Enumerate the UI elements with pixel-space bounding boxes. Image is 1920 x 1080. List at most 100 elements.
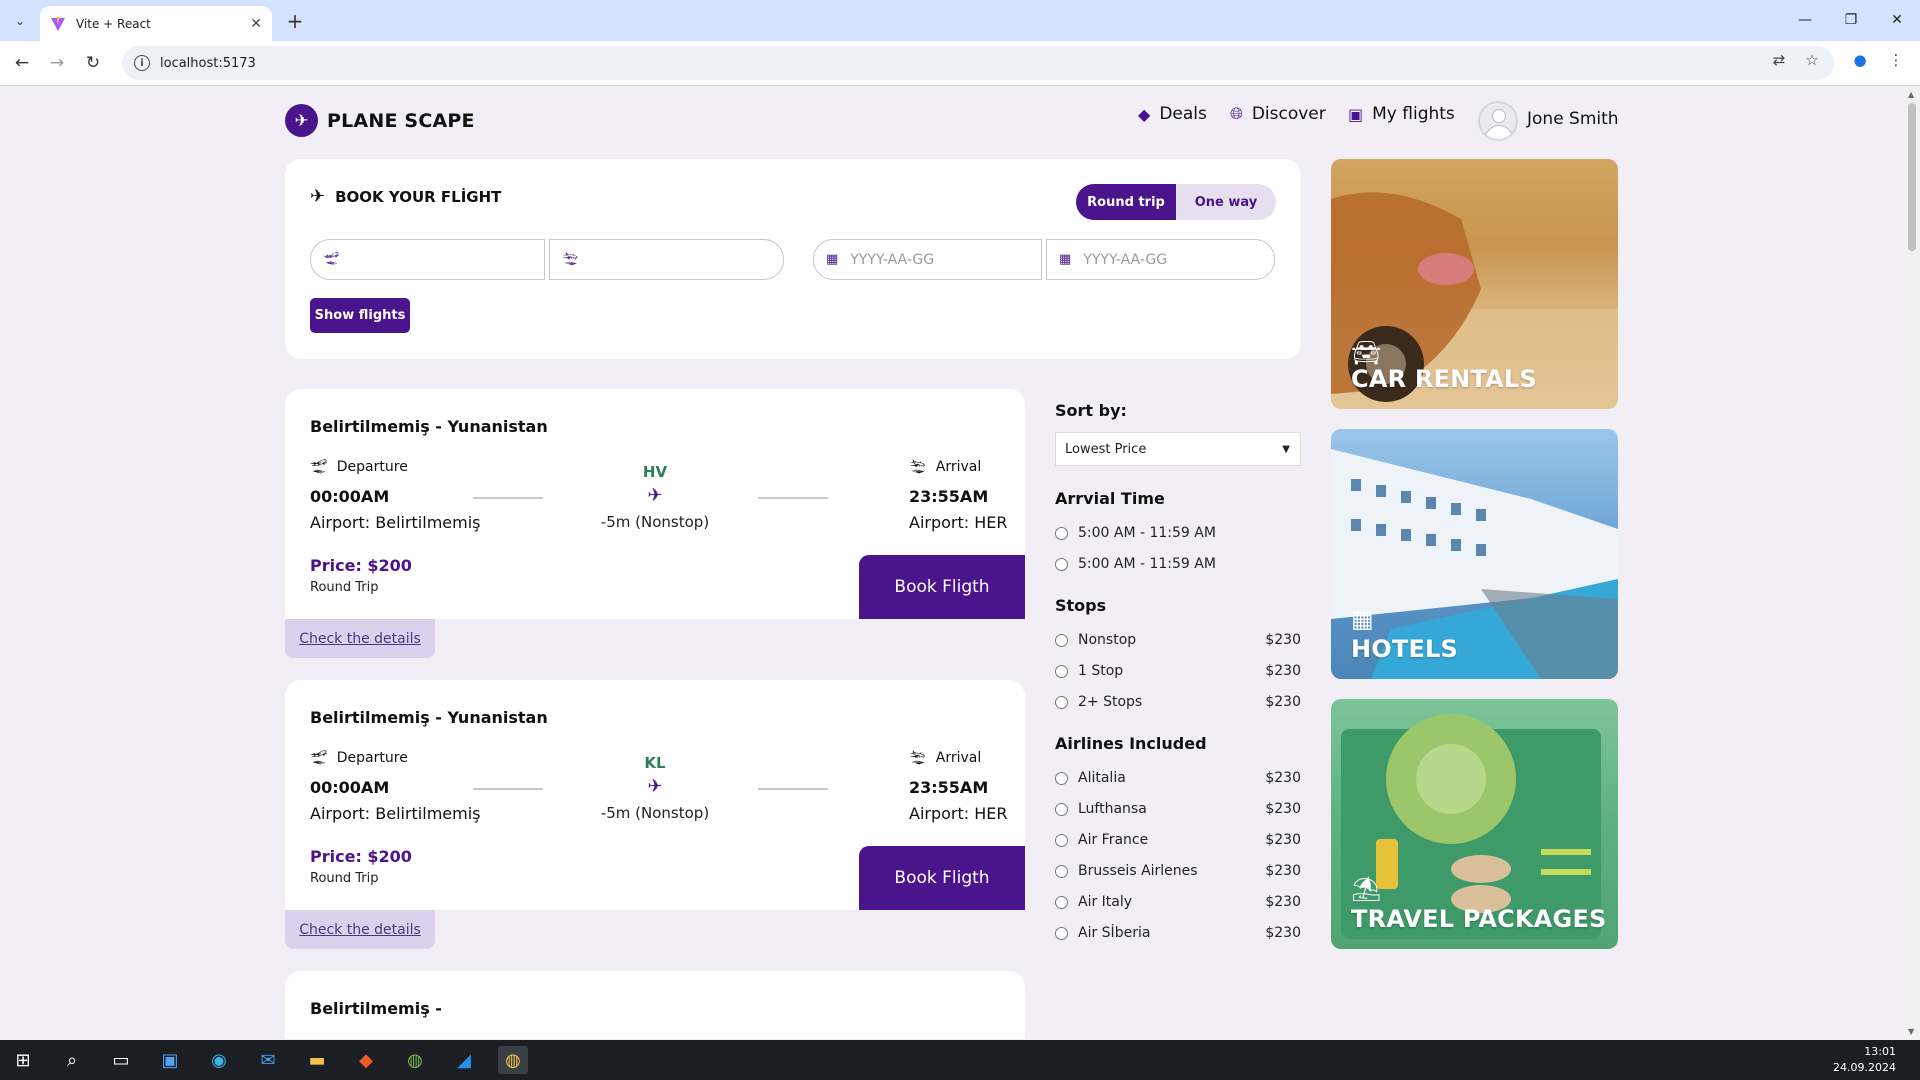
stops-option[interactable]: Nonstop $230: [1055, 630, 1301, 650]
airline-option[interactable]: Lufthansa $230: [1055, 799, 1301, 819]
address-bar[interactable]: i localhost:5173: [122, 46, 1834, 80]
stops-option-price: $230: [1265, 694, 1301, 710]
task-view-icon[interactable]: ▭: [106, 1046, 136, 1074]
arrival-time-heading: Arrvial Time: [1055, 489, 1165, 508]
trip-type-toggle: Round trip One way: [1076, 184, 1276, 220]
radio-button[interactable]: [1055, 664, 1068, 678]
airline-option-price: $230: [1265, 894, 1301, 910]
browser-toolbar: ← → ↻ i localhost:5173 ⇄ ☆ ● ⋮: [0, 41, 1920, 86]
brand[interactable]: ✈ PLANE SCAPE: [285, 104, 475, 137]
browser-tab-strip: ⌄ Vite + React ✕ + — ❐ ✕: [0, 0, 1920, 41]
avatar[interactable]: [1478, 101, 1518, 141]
menu-kebab-icon[interactable]: ⋮: [1885, 49, 1907, 71]
radio-button[interactable]: [1055, 771, 1068, 785]
airline-option-label: Air France: [1078, 832, 1149, 848]
radio-button[interactable]: [1055, 864, 1068, 878]
show-flights-button[interactable]: Show flights: [310, 298, 410, 333]
flight-card: Belirtilmemiş - Yunanistan 🛫︎ Departure …: [285, 680, 1025, 910]
back-icon[interactable]: ←: [9, 50, 35, 76]
flight-route: Belirtilmemiş - Yunanistan: [310, 708, 548, 727]
airline-option-price: $230: [1265, 925, 1301, 941]
from-input[interactable]: 🛫︎: [310, 239, 545, 280]
system-clock[interactable]: 13:01 24.09.2024: [1833, 1044, 1896, 1076]
globe-icon: 🌐︎: [1230, 104, 1243, 123]
to-input[interactable]: 🛬︎: [549, 239, 784, 280]
reload-icon[interactable]: ↻: [80, 50, 106, 76]
arrival-time-option-label: 5:00 AM - 11:59 AM: [1078, 556, 1216, 572]
search-icon[interactable]: ⌕: [57, 1046, 87, 1074]
travel-packages-card[interactable]: ⛱︎ TRAVEL PACKAGES: [1331, 699, 1618, 949]
chrome-icon[interactable]: ◍: [498, 1046, 528, 1074]
airline-option[interactable]: Air Sİberia $230: [1055, 923, 1301, 943]
nav-discover[interactable]: 🌐︎ Discover: [1230, 104, 1326, 124]
radio-button[interactable]: [1055, 557, 1068, 571]
radio-button[interactable]: [1055, 526, 1068, 540]
flight-route: Belirtilmemiş - Yunanistan: [310, 417, 548, 436]
check-details-link[interactable]: Check the details: [285, 619, 435, 658]
edge-icon[interactable]: ◉: [204, 1046, 234, 1074]
sort-select[interactable]: Lowest Price ▼: [1055, 432, 1301, 466]
file-explorer-icon[interactable]: ▬: [302, 1046, 332, 1074]
scrollbar-thumb[interactable]: [1908, 103, 1916, 251]
vscode-icon[interactable]: ◢: [449, 1046, 479, 1074]
user-name[interactable]: Jone Smith: [1527, 109, 1619, 129]
book-flight-button[interactable]: Book Fligth: [859, 846, 1025, 910]
hotels-card[interactable]: ▦ HOTELS: [1331, 429, 1618, 679]
radio-button[interactable]: [1055, 633, 1068, 647]
round-trip-button[interactable]: Round trip: [1076, 184, 1176, 220]
plane-icon: ✈: [310, 186, 326, 207]
mail-icon[interactable]: ✉: [253, 1046, 283, 1074]
close-window-icon[interactable]: ✕: [1874, 6, 1920, 34]
radio-button[interactable]: [1055, 833, 1068, 847]
minimize-icon[interactable]: —: [1782, 6, 1828, 34]
radio-button[interactable]: [1055, 695, 1068, 709]
one-way-button[interactable]: One way: [1176, 184, 1276, 220]
chrome-app-icon[interactable]: ◍: [400, 1046, 430, 1074]
airline-option[interactable]: Air France $230: [1055, 830, 1301, 850]
stops-option[interactable]: 2+ Stops $230: [1055, 692, 1301, 712]
route-line: [758, 497, 828, 499]
site-info-icon[interactable]: i: [134, 55, 150, 71]
forward-icon[interactable]: →: [44, 50, 70, 76]
departure-time: 00:00AM: [310, 778, 390, 797]
airline-option-label: Lufthansa: [1078, 801, 1147, 817]
car-rentals-card[interactable]: 🚘︎ CAR RENTALS: [1331, 159, 1618, 409]
airline-option[interactable]: Alitalia $230: [1055, 768, 1301, 788]
page-scrollbar[interactable]: ▲ ▼: [1904, 87, 1920, 1039]
brave-icon[interactable]: ◆: [351, 1046, 381, 1074]
arrival-label-text: Arrival: [935, 459, 982, 475]
radio-button[interactable]: [1055, 895, 1068, 909]
scroll-down-icon[interactable]: ▼: [1908, 1027, 1914, 1036]
travel-packages-title: TRAVEL PACKAGES: [1351, 905, 1607, 933]
depart-date-input[interactable]: ▦ YYYY-AA-GG: [813, 239, 1042, 280]
airline-option-price: $230: [1265, 770, 1301, 786]
airline-option[interactable]: Brusseis Airlenes $230: [1055, 861, 1301, 881]
new-tab-button[interactable]: +: [282, 8, 308, 34]
translate-icon[interactable]: ⇄: [1768, 49, 1790, 71]
car-rentals-title: CAR RENTALS: [1351, 365, 1537, 393]
book-flight-button[interactable]: Book Fligth: [859, 555, 1025, 619]
radio-button[interactable]: [1055, 802, 1068, 816]
check-details-link[interactable]: Check the details: [285, 910, 435, 949]
airline-option[interactable]: Air Italy $230: [1055, 892, 1301, 912]
scroll-up-icon[interactable]: ▲: [1908, 90, 1914, 99]
return-date-input[interactable]: ▦ YYYY-AA-GG: [1046, 239, 1275, 280]
tab-search-chevron-icon[interactable]: ⌄: [8, 9, 32, 33]
stops-option[interactable]: 1 Stop $230: [1055, 661, 1301, 681]
restore-icon[interactable]: ❐: [1828, 6, 1874, 34]
bookmark-star-icon[interactable]: ☆: [1801, 49, 1823, 71]
tab-close-icon[interactable]: ✕: [250, 16, 262, 32]
booking-card: ✈ BOOK YOUR FLİGHT Round trip One way 🛫︎…: [285, 159, 1301, 359]
arrival-time-option[interactable]: 5:00 AM - 11:59 AM: [1055, 554, 1301, 574]
departure-label: 🛫︎ Departure: [310, 459, 408, 475]
nav-deals[interactable]: ◆ Deals: [1138, 104, 1207, 124]
nav-my-flights[interactable]: ▣ My flights: [1348, 104, 1455, 124]
windows-start-icon[interactable]: ⊞: [8, 1046, 38, 1074]
store-icon[interactable]: ▣: [155, 1046, 185, 1074]
radio-button[interactable]: [1055, 926, 1068, 940]
profile-icon[interactable]: ●: [1849, 49, 1871, 71]
browser-tab-active[interactable]: Vite + React ✕: [40, 6, 272, 41]
flight-card: Belirtilmemiş -: [285, 971, 1025, 1039]
arrival-time-option[interactable]: 5:00 AM - 11:59 AM: [1055, 523, 1301, 543]
clock-time: 13:01: [1864, 1045, 1896, 1058]
